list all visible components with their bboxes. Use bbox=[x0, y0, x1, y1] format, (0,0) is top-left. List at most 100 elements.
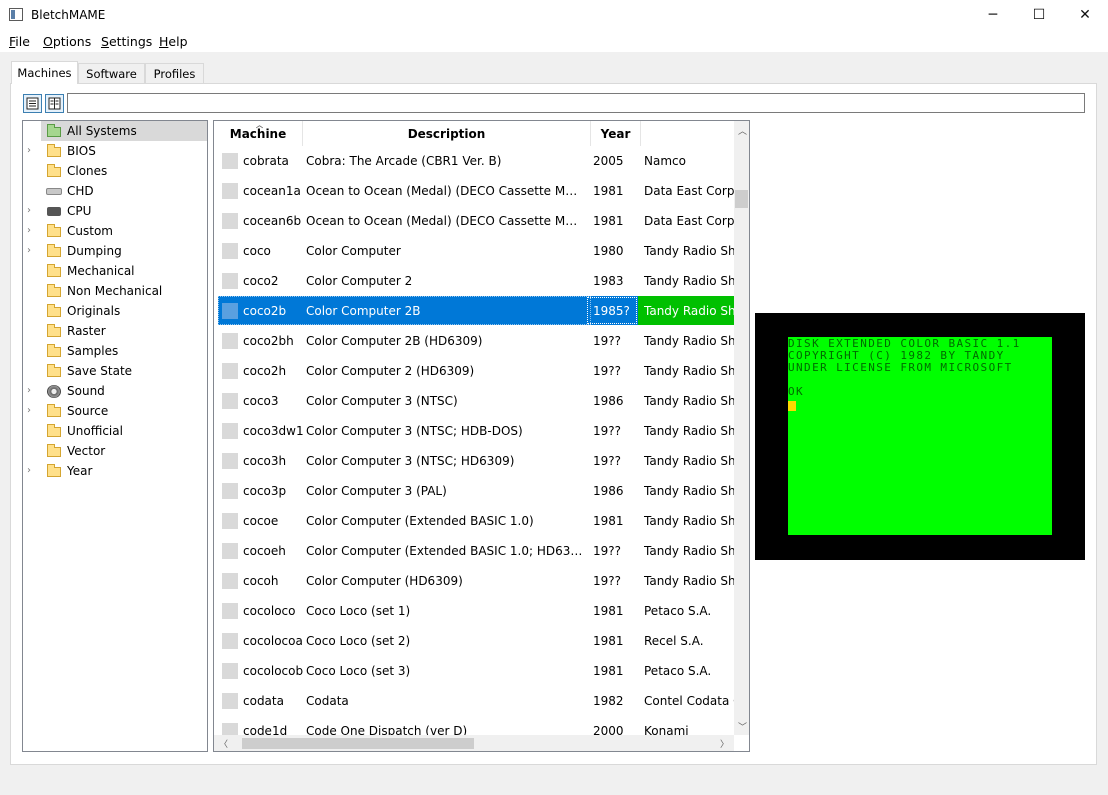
table-row[interactable]: cocoe Color Computer (Extended BASIC 1.0)… bbox=[214, 506, 734, 536]
cell-machine: cobrata bbox=[243, 154, 289, 168]
tree-item[interactable]: Samples bbox=[23, 341, 207, 361]
table-row[interactable]: coco2 Color Computer 2 1983 Tandy Radio Sha… bbox=[214, 266, 734, 296]
cell-machine: cocoeh bbox=[243, 544, 286, 558]
expand-arrow-icon[interactable]: › bbox=[27, 246, 37, 256]
cell-year: 1981 bbox=[593, 514, 624, 528]
cell-year: 19?? bbox=[593, 454, 622, 468]
close-button[interactable]: ✕ bbox=[1062, 0, 1108, 30]
tree-item[interactable]: Originals bbox=[23, 301, 207, 321]
column-header-machine[interactable]: ︿ Machine bbox=[214, 121, 303, 146]
table-row[interactable]: cocean1a Ocean to Ocean (Medal) (DECO Cas… bbox=[214, 176, 734, 206]
table-row[interactable]: coco2bh Color Computer 2B (HD6309) 19?? Tan… bbox=[214, 326, 734, 356]
scroll-down-arrow[interactable]: ﹀ bbox=[738, 720, 747, 733]
cell-year: 1986 bbox=[593, 484, 624, 498]
table-row[interactable]: coco3 Color Computer 3 (NTSC) 1986 Tandy Ra… bbox=[214, 386, 734, 416]
tree-item[interactable]: › Dumping bbox=[23, 241, 207, 261]
tab-software[interactable]: Software bbox=[78, 63, 145, 83]
table-row[interactable]: coco3p Color Computer 3 (PAL) 1986 Tandy Ra… bbox=[214, 476, 734, 506]
tree-item[interactable]: Unofficial bbox=[23, 421, 207, 441]
expand-arrow-icon[interactable]: › bbox=[27, 466, 37, 476]
tree-item[interactable]: Non Mechanical bbox=[23, 281, 207, 301]
menu-help[interactable]: Help bbox=[159, 34, 188, 49]
tab-machines[interactable]: Machines bbox=[11, 61, 78, 84]
tree-item[interactable]: Vector bbox=[23, 441, 207, 461]
disk-icon bbox=[46, 184, 62, 198]
table-row[interactable]: coco3h Color Computer 3 (NTSC; HD6309) 19?… bbox=[214, 446, 734, 476]
app-icon bbox=[9, 8, 23, 21]
scroll-right-arrow[interactable]: 〉 bbox=[720, 737, 729, 750]
cell-description: Coco Loco (set 1) bbox=[306, 604, 411, 618]
tree-item[interactable]: All Systems bbox=[23, 121, 207, 141]
table-row[interactable]: cocoloco Coco Loco (set 1) 1981 Petaco S.A. bbox=[214, 596, 734, 626]
menu-file[interactable]: File bbox=[9, 34, 30, 49]
machine-snapshot: DISK EXTENDED COLOR BASIC 1.1 COPYRIGHT … bbox=[755, 313, 1085, 560]
vertical-scrollbar[interactable] bbox=[734, 121, 749, 735]
machine-status-icon bbox=[222, 303, 238, 319]
cell-year: 19?? bbox=[593, 574, 622, 588]
expand-arrow-icon[interactable]: › bbox=[27, 406, 37, 416]
tree-item-label: Clones bbox=[67, 164, 108, 178]
cell-year: 19?? bbox=[593, 364, 622, 378]
machine-list[interactable]: ︿ Machine Description Year cobrata Cobra:… bbox=[213, 120, 750, 752]
cell-description: Color Computer bbox=[306, 244, 401, 258]
table-row[interactable]: codata Codata 1982 Contel Codata C bbox=[214, 686, 734, 716]
expand-arrow-icon[interactable]: › bbox=[27, 146, 37, 156]
tree-item[interactable]: › Sound bbox=[23, 381, 207, 401]
column-header-manufacturer[interactable] bbox=[641, 121, 734, 146]
tree-item[interactable]: Mechanical bbox=[23, 261, 207, 281]
folder-icon bbox=[46, 164, 62, 178]
horizontal-scroll-thumb[interactable] bbox=[242, 738, 474, 749]
tree-item[interactable]: Save State bbox=[23, 361, 207, 381]
table-row[interactable]: cocoh Color Computer (HD6309) 19?? Tandy Ra… bbox=[214, 566, 734, 596]
cell-machine: codata bbox=[243, 694, 284, 708]
category-tree[interactable]: All Systems › BIOS Clones CHD › CPU › Custom › Dum… bbox=[22, 120, 208, 752]
menu-options[interactable]: Options bbox=[43, 34, 91, 49]
table-row[interactable]: cocean6b Ocean to Ocean (Medal) (DECO Cas… bbox=[214, 206, 734, 236]
vertical-scroll-thumb[interactable] bbox=[735, 190, 748, 208]
expand-arrow-icon[interactable]: › bbox=[27, 206, 37, 216]
tree-item[interactable]: › Custom bbox=[23, 221, 207, 241]
machine-status-icon bbox=[222, 573, 238, 589]
tree-item[interactable]: › BIOS bbox=[23, 141, 207, 161]
details-view-button[interactable] bbox=[45, 94, 64, 113]
tree-item[interactable]: CHD bbox=[23, 181, 207, 201]
cell-machine: coco3h bbox=[243, 454, 287, 468]
cell-manufacturer: Tandy Radio Shac bbox=[644, 514, 734, 528]
table-row[interactable]: cocolocoa Coco Loco (set 2) 1981 Recel S.A. bbox=[214, 626, 734, 656]
table-row[interactable]: cocolocob Coco Loco (set 3) 1981 Petaco S.A… bbox=[214, 656, 734, 686]
cell-machine: coco bbox=[243, 244, 271, 258]
cell-description: Ocean to Ocean (Medal) (DECO Cassette MD… bbox=[306, 214, 586, 228]
machine-status-icon bbox=[222, 603, 238, 619]
minimize-button[interactable]: ─ bbox=[970, 0, 1016, 30]
column-header-description[interactable]: Description bbox=[303, 121, 591, 146]
details-view-icon bbox=[48, 97, 61, 110]
window-title: BletchMAME bbox=[31, 8, 106, 22]
tree-item[interactable]: › Source bbox=[23, 401, 207, 421]
expand-arrow-icon[interactable]: › bbox=[27, 386, 37, 396]
table-row[interactable]: cobrata Cobra: The Arcade (CBR1 Ver. B) 20… bbox=[214, 146, 734, 176]
menu-settings[interactable]: Settings bbox=[101, 34, 152, 49]
table-row[interactable]: coco2h Color Computer 2 (HD6309) 19?? Tandy… bbox=[214, 356, 734, 386]
table-row[interactable]: coco Color Computer 1980 Tandy Radio Shac bbox=[214, 236, 734, 266]
scroll-up-arrow[interactable]: ︿ bbox=[738, 124, 747, 137]
tree-item[interactable]: Raster bbox=[23, 321, 207, 341]
search-input[interactable] bbox=[67, 93, 1085, 113]
cell-year: 2005 bbox=[593, 154, 624, 168]
expand-arrow-icon[interactable]: › bbox=[27, 226, 37, 236]
maximize-button[interactable]: ☐ bbox=[1016, 0, 1062, 30]
machine-status-icon bbox=[222, 483, 238, 499]
table-row[interactable]: coco2b Color Computer 2B 1985? Tandy Radio … bbox=[214, 296, 734, 326]
tab-profiles[interactable]: Profiles bbox=[145, 63, 204, 83]
machine-status-icon bbox=[222, 423, 238, 439]
column-header-year[interactable]: Year bbox=[591, 121, 641, 146]
scroll-left-arrow[interactable]: 〈 bbox=[219, 737, 228, 750]
tree-item[interactable]: › Year bbox=[23, 461, 207, 481]
tree-item[interactable]: › CPU bbox=[23, 201, 207, 221]
cell-year: 1981 bbox=[593, 604, 624, 618]
table-row[interactable]: coco3dw1 Color Computer 3 (NTSC; HDB-DOS)… bbox=[214, 416, 734, 446]
list-view-button[interactable] bbox=[23, 94, 42, 113]
snapshot-screen: DISK EXTENDED COLOR BASIC 1.1 COPYRIGHT … bbox=[788, 337, 1052, 535]
tree-item[interactable]: Clones bbox=[23, 161, 207, 181]
snapshot-line: OK bbox=[788, 385, 805, 398]
table-row[interactable]: cocoeh Color Computer (Extended BASIC 1.0… bbox=[214, 536, 734, 566]
